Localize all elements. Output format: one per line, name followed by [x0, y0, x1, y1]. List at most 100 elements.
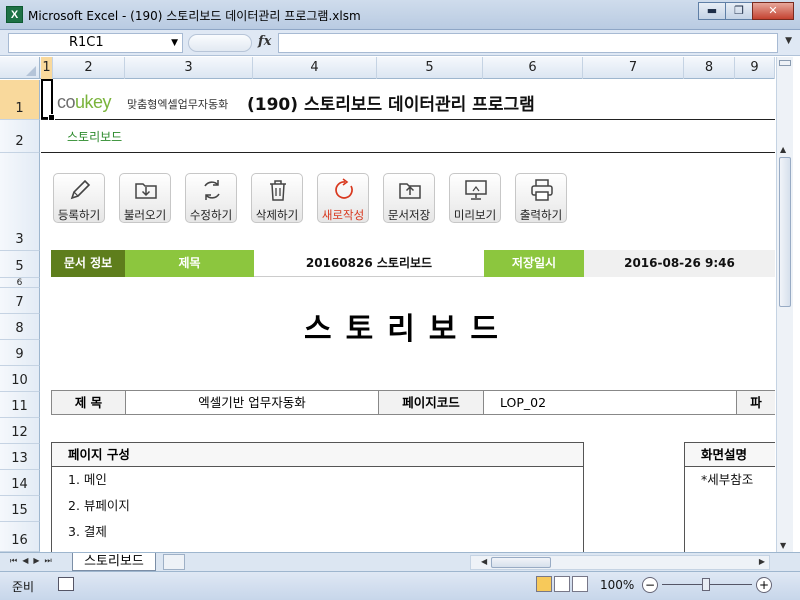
row-header[interactable]: 8 — [0, 314, 40, 340]
scroll-thumb[interactable] — [779, 157, 791, 307]
load-button[interactable]: 불러오기 — [119, 173, 171, 223]
macro-record-icon[interactable] — [58, 577, 74, 591]
zoom-knob[interactable] — [702, 578, 710, 591]
list-item[interactable]: 2. 뷰페이지 — [52, 493, 583, 519]
formula-controls: fx — [188, 33, 276, 53]
sheet-tab-bar: ⏮◀▶⏭ 스토리보드 ◀ ▶ — [0, 552, 800, 571]
row-header[interactable]: 9 — [0, 340, 40, 366]
edit-button[interactable]: 수정하기 — [185, 173, 237, 223]
column-header[interactable]: 7 — [583, 57, 684, 79]
column-header[interactable]: 2 — [53, 57, 125, 79]
delete-button[interactable]: 삭제하기 — [251, 173, 303, 223]
column-header[interactable]: 9 — [735, 57, 775, 79]
expand-formula-bar-icon[interactable]: ▼ — [785, 36, 792, 46]
title-label: 제목 — [125, 250, 254, 277]
column-headers: 1 2 3 4 5 6 7 8 9 — [0, 57, 775, 79]
row-header[interactable]: 5 — [0, 251, 40, 278]
title-value[interactable]: 20160826 스토리보드 — [254, 250, 484, 277]
column-header[interactable]: 5 — [377, 57, 483, 79]
zoom-in-icon[interactable]: + — [756, 577, 772, 593]
chevron-down-icon[interactable]: ▼ — [171, 34, 178, 52]
button-label: 수정하기 — [189, 208, 233, 222]
scroll-thumb[interactable] — [491, 557, 551, 568]
list-item[interactable]: 3. 결제 — [52, 519, 583, 545]
subject-value[interactable]: 엑셀기반 업무자동화 — [126, 391, 379, 414]
sheet-link[interactable]: 스토리보드 — [67, 128, 122, 145]
row-header[interactable]: 10 — [0, 366, 40, 392]
row-header[interactable]: 13 — [0, 444, 40, 470]
row-header[interactable]: 14 — [0, 470, 40, 496]
button-label: 불러오기 — [123, 208, 167, 222]
zoom-level[interactable]: 100% — [600, 578, 634, 592]
scroll-left-icon[interactable]: ◀ — [481, 557, 487, 566]
column-header[interactable]: 8 — [684, 57, 735, 79]
folder-download-icon — [135, 183, 157, 199]
new-document-button[interactable]: 새로작성 — [317, 173, 369, 223]
excel-app-icon[interactable]: X — [6, 6, 23, 23]
pencil-icon — [70, 179, 91, 200]
saved-at-value[interactable]: 2016-08-26 9:46 — [584, 250, 775, 277]
insert-function-icon[interactable]: fx — [258, 34, 271, 49]
storyboard-title: 스토리보드 — [304, 312, 512, 347]
row-header[interactable]: 6 — [0, 278, 40, 288]
row-header[interactable]: 3 — [0, 153, 40, 251]
new-doc-icon — [335, 178, 353, 199]
register-button[interactable]: 등록하기 — [53, 173, 105, 223]
column-header[interactable]: 6 — [483, 57, 583, 79]
scroll-right-icon[interactable]: ▶ — [759, 557, 765, 566]
scroll-up-icon[interactable]: ▲ — [780, 145, 786, 154]
preview-button[interactable]: 미리보기 — [449, 173, 501, 223]
save-document-button[interactable]: 문서저장 — [383, 173, 435, 223]
status-bar: 준비 100% − + — [0, 571, 800, 600]
document-info-row: 문서 정보 제목 20160826 스토리보드 저장일시 2016-08-26 … — [51, 250, 775, 277]
page-code-label: 페이지코드 — [379, 391, 484, 414]
close-button[interactable]: ✕ — [752, 2, 794, 20]
list-item[interactable]: *세부참조 — [685, 467, 775, 493]
worksheet-grid[interactable]: coukey 맞춤형엑셀업무자동화 (190) 스토리보드 데이터관리 프로그램… — [41, 80, 775, 552]
row-header[interactable]: 1 — [0, 80, 40, 120]
divider — [41, 152, 775, 153]
window-controls: ▬ ❐ ✕ — [698, 2, 794, 20]
row-header[interactable]: 2 — [0, 120, 40, 153]
subject-label: 제 목 — [52, 391, 126, 414]
button-label: 문서저장 — [387, 208, 431, 222]
formula-input[interactable] — [278, 33, 778, 53]
restore-button[interactable]: ❐ — [725, 2, 753, 20]
split-handle[interactable] — [779, 60, 791, 66]
list-item[interactable]: 1. 메인 — [52, 467, 583, 493]
button-label: 출력하기 — [519, 208, 563, 222]
normal-view-icon[interactable] — [536, 576, 552, 592]
column-header[interactable]: 4 — [253, 57, 377, 79]
button-label: 새로작성 — [321, 208, 365, 222]
program-title: (190) 스토리보드 데이터관리 프로그램 — [247, 95, 535, 115]
active-cell[interactable] — [41, 79, 55, 121]
zoom-slider[interactable]: − + — [642, 577, 772, 593]
zoom-out-icon[interactable]: − — [642, 577, 658, 593]
row-header[interactable]: 16 — [0, 522, 40, 552]
select-all-button[interactable] — [0, 57, 40, 79]
row-header[interactable]: 12 — [0, 418, 40, 444]
cut-label: 파 — [737, 391, 775, 414]
horizontal-scrollbar[interactable]: ◀ ▶ — [470, 555, 770, 570]
name-box[interactable]: R1C1 ▼ — [8, 33, 183, 53]
column-header[interactable]: 1 — [41, 57, 53, 79]
row-header[interactable]: 11 — [0, 392, 40, 418]
page-structure-box: 페이지 구성 1. 메인 2. 뷰페이지 3. 결제 — [51, 442, 584, 552]
refresh-icon — [204, 180, 220, 200]
scroll-down-icon[interactable]: ▼ — [780, 541, 786, 550]
minimize-button[interactable]: ▬ — [698, 2, 726, 20]
column-header[interactable]: 3 — [125, 57, 253, 79]
saved-at-label: 저장일시 — [484, 250, 584, 277]
row-header[interactable]: 7 — [0, 288, 40, 314]
tab-navigation-icons[interactable]: ⏮◀▶⏭ — [10, 556, 57, 566]
formula-pill[interactable] — [188, 34, 252, 52]
page-code-value[interactable]: LOP_02 — [484, 391, 737, 414]
button-label: 등록하기 — [57, 208, 101, 222]
print-button[interactable]: 출력하기 — [515, 173, 567, 223]
page-break-view-icon[interactable] — [572, 576, 588, 592]
page-layout-view-icon[interactable] — [554, 576, 570, 592]
row-header[interactable]: 15 — [0, 496, 40, 522]
vertical-scrollbar[interactable]: ▲ ▼ — [776, 57, 793, 552]
sheet-tab-storyboard[interactable]: 스토리보드 — [72, 553, 156, 571]
insert-sheet-icon[interactable] — [163, 554, 185, 570]
